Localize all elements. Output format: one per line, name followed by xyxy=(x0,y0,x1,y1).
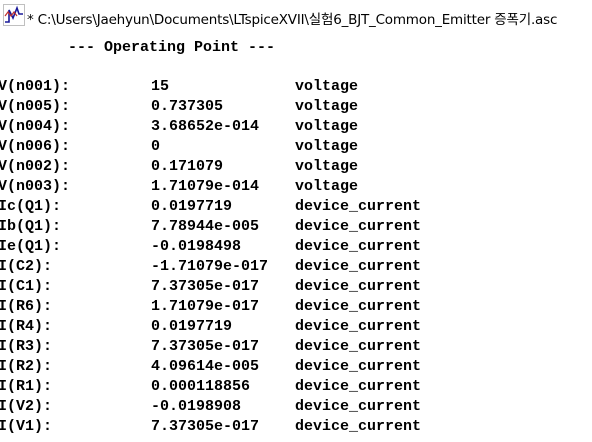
quantity-type: device_current xyxy=(295,258,422,275)
quantity-type: voltage xyxy=(295,178,359,195)
node-value: 1.71079e-017 xyxy=(151,298,260,315)
result-row: V(n006): 0 voltage xyxy=(0,138,592,158)
node-value: 7.37305e-017 xyxy=(151,418,260,435)
node-value: -0.0198498 xyxy=(151,238,242,255)
quantity-type: device_current xyxy=(295,318,422,335)
quantity-type: device_current xyxy=(295,298,422,315)
node-name: V(n006): xyxy=(0,138,71,155)
quantity-type: device_current xyxy=(295,218,422,235)
result-row: V(n005): 0.737305 voltage xyxy=(0,98,592,118)
node-name: Ib(Q1): xyxy=(0,218,62,235)
quantity-type: device_current xyxy=(295,418,422,435)
node-value: 3.68652e-014 xyxy=(151,118,260,135)
node-name: I(R6): xyxy=(0,298,53,315)
result-row: I(V1): 7.37305e-017 device_current xyxy=(0,418,592,438)
node-value: 0.000118856 xyxy=(151,378,251,395)
result-row: I(R6): 1.71079e-017 device_current xyxy=(0,298,592,318)
quantity-type: device_current xyxy=(295,398,422,415)
quantity-type: voltage xyxy=(295,98,359,115)
quantity-type: device_current xyxy=(295,238,422,255)
node-value: 0.737305 xyxy=(151,98,224,115)
result-row: Ic(Q1): 0.0197719 device_current xyxy=(0,198,592,218)
node-value: 7.37305e-017 xyxy=(151,278,260,295)
quantity-type: voltage xyxy=(295,158,359,175)
node-value: 0.171079 xyxy=(151,158,224,175)
node-name: I(R2): xyxy=(0,358,53,375)
node-name: V(n003): xyxy=(0,178,71,195)
node-name: Ic(Q1): xyxy=(0,198,62,215)
result-row: V(n004): 3.68652e-014 voltage xyxy=(0,118,592,138)
node-name: I(R3): xyxy=(0,338,53,355)
node-value: 7.78944e-005 xyxy=(151,218,260,235)
node-value: 15 xyxy=(151,78,170,95)
node-value: 7.37305e-017 xyxy=(151,338,260,355)
ltspice-app-icon[interactable] xyxy=(3,4,25,26)
node-name: V(n001): xyxy=(0,78,71,95)
result-row: Ib(Q1): 7.78944e-005 device_current xyxy=(0,218,592,238)
window-title: * C:\Users\Jaehyun\Documents\LTspiceXVII… xyxy=(27,12,558,28)
result-row: V(n003): 1.71079e-014 voltage xyxy=(0,178,592,198)
operating-point-header: --- Operating Point --- xyxy=(68,39,276,56)
quantity-type: device_current xyxy=(295,378,422,395)
node-name: Ie(Q1): xyxy=(0,238,62,255)
node-value: 0.0197719 xyxy=(151,198,233,215)
node-value: -0.0198908 xyxy=(151,398,242,415)
quantity-type: device_current xyxy=(295,198,422,215)
quantity-type: device_current xyxy=(295,358,422,375)
result-row: V(n002): 0.171079 voltage xyxy=(0,158,592,178)
node-name: I(R4): xyxy=(0,318,53,335)
result-row: I(R3): 7.37305e-017 device_current xyxy=(0,338,592,358)
node-value: 4.09614e-005 xyxy=(151,358,260,375)
node-name: I(V1): xyxy=(0,418,53,435)
result-row: I(C1): 7.37305e-017 device_current xyxy=(0,278,592,298)
result-row: V(n001): 15 voltage xyxy=(0,78,592,98)
node-name: V(n004): xyxy=(0,118,71,135)
node-value: 0 xyxy=(151,138,161,155)
quantity-type: voltage xyxy=(295,78,359,95)
result-row: I(R1): 0.000118856 device_current xyxy=(0,378,592,398)
node-value: -1.71079e-017 xyxy=(151,258,269,275)
node-name: I(V2): xyxy=(0,398,53,415)
node-name: I(R1): xyxy=(0,378,53,395)
result-row: I(C2): -1.71079e-017 device_current xyxy=(0,258,592,278)
node-name: I(C2): xyxy=(0,258,53,275)
result-row: Ie(Q1): -0.0198498 device_current xyxy=(0,238,592,258)
quantity-type: voltage xyxy=(295,138,359,155)
quantity-type: device_current xyxy=(295,278,422,295)
node-value: 0.0197719 xyxy=(151,318,233,335)
title-bar: * C:\Users\Jaehyun\Documents\LTspiceXVII… xyxy=(0,0,592,34)
node-name: V(n002): xyxy=(0,158,71,175)
quantity-type: device_current xyxy=(295,338,422,355)
operating-point-output: --- Operating Point --- V(n001): 15 voltag… xyxy=(0,34,592,442)
result-row: I(R4): 0.0197719 device_current xyxy=(0,318,592,338)
quantity-type: voltage xyxy=(295,118,359,135)
node-name: V(n005): xyxy=(0,98,71,115)
result-row: I(R2): 4.09614e-005 device_current xyxy=(0,358,592,378)
result-row: I(V2): -0.0198908 device_current xyxy=(0,398,592,418)
node-value: 1.71079e-014 xyxy=(151,178,260,195)
node-name: I(C1): xyxy=(0,278,53,295)
